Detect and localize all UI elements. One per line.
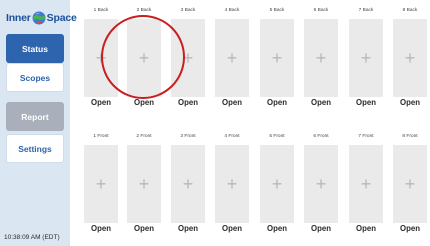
slot-label: 3 Back (180, 8, 196, 13)
plus-icon: + (271, 174, 283, 194)
add-slot-button[interactable]: + (260, 145, 294, 223)
open-button[interactable]: Open (304, 224, 338, 233)
plus-icon: + (138, 48, 150, 68)
add-slot-button[interactable]: + (215, 19, 249, 97)
add-slot-button[interactable]: + (171, 145, 205, 223)
plus-icon: + (315, 174, 327, 194)
open-button[interactable]: Open (171, 224, 205, 233)
open-button[interactable]: Open (127, 224, 161, 233)
nav-status-button[interactable]: Status (6, 34, 64, 63)
slot-label: 5 Front (269, 134, 285, 139)
add-slot-button[interactable]: + (215, 145, 249, 223)
plus-icon: + (226, 174, 238, 194)
clock-display: 10:38:09 AM (EDT) (4, 234, 60, 241)
plus-icon: + (404, 48, 416, 68)
open-button[interactable]: Open (215, 224, 249, 233)
add-slot-button[interactable]: + (304, 145, 338, 223)
plus-icon: + (182, 48, 194, 68)
plus-icon: + (226, 48, 238, 68)
app-logo: Inner Space (6, 9, 77, 27)
plus-icon: + (360, 48, 372, 68)
logo-text-inner: Inner (6, 12, 31, 24)
plus-icon: + (404, 174, 416, 194)
open-button[interactable]: Open (260, 224, 294, 233)
add-slot-button[interactable]: + (84, 19, 118, 97)
plus-icon: + (95, 48, 107, 68)
plus-icon: + (360, 174, 372, 194)
open-button[interactable]: Open (215, 98, 249, 107)
add-slot-button[interactable]: + (260, 19, 294, 97)
add-slot-button[interactable]: + (393, 19, 427, 97)
nav-scopes-button[interactable]: Scopes (6, 63, 64, 92)
open-button[interactable]: Open (84, 224, 118, 233)
open-button[interactable]: Open (127, 98, 161, 107)
open-button[interactable]: Open (349, 224, 383, 233)
slot-label: 6 Front (313, 134, 329, 139)
slot-label: 2 Back (136, 8, 152, 13)
slot-label: 5 Back (269, 8, 285, 13)
plus-icon: + (315, 48, 327, 68)
open-button[interactable]: Open (171, 98, 205, 107)
slot-label: 8 Front (402, 134, 418, 139)
add-slot-button[interactable]: + (127, 19, 161, 97)
add-slot-button[interactable]: + (84, 145, 118, 223)
slot-label: 4 Front (224, 134, 240, 139)
open-button[interactable]: Open (393, 98, 427, 107)
slot-label: 8 Back (402, 8, 418, 13)
plus-icon: + (271, 48, 283, 68)
slot-label: 1 Back (93, 8, 109, 13)
open-button[interactable]: Open (304, 98, 338, 107)
nav-report-button[interactable]: Report (6, 102, 64, 131)
slot-label: 6 Back (313, 8, 329, 13)
plus-icon: + (95, 174, 107, 194)
logo-text-space: Space (46, 12, 77, 24)
add-slot-button[interactable]: + (304, 19, 338, 97)
slot-label: 1 Front (93, 134, 109, 139)
sidebar: Inner Space Status Scopes Report Setting… (0, 0, 77, 246)
slot-label: 4 Back (224, 8, 240, 13)
slot-label: 2 Front (136, 134, 152, 139)
slot-label: 7 Back (358, 8, 374, 13)
open-button[interactable]: Open (349, 98, 383, 107)
add-slot-button[interactable]: + (349, 145, 383, 223)
nav-settings-button[interactable]: Settings (6, 134, 64, 163)
add-slot-button[interactable]: + (393, 145, 427, 223)
slot-label: 3 Front (180, 134, 196, 139)
open-button[interactable]: Open (260, 98, 294, 107)
add-slot-button[interactable]: + (171, 19, 205, 97)
open-button[interactable]: Open (84, 98, 118, 107)
slot-label: 7 Front (358, 134, 374, 139)
open-button[interactable]: Open (393, 224, 427, 233)
add-slot-button[interactable]: + (127, 145, 161, 223)
plus-icon: + (138, 174, 150, 194)
plus-icon: + (182, 174, 194, 194)
globe-logo-icon (32, 11, 46, 25)
add-slot-button[interactable]: + (349, 19, 383, 97)
